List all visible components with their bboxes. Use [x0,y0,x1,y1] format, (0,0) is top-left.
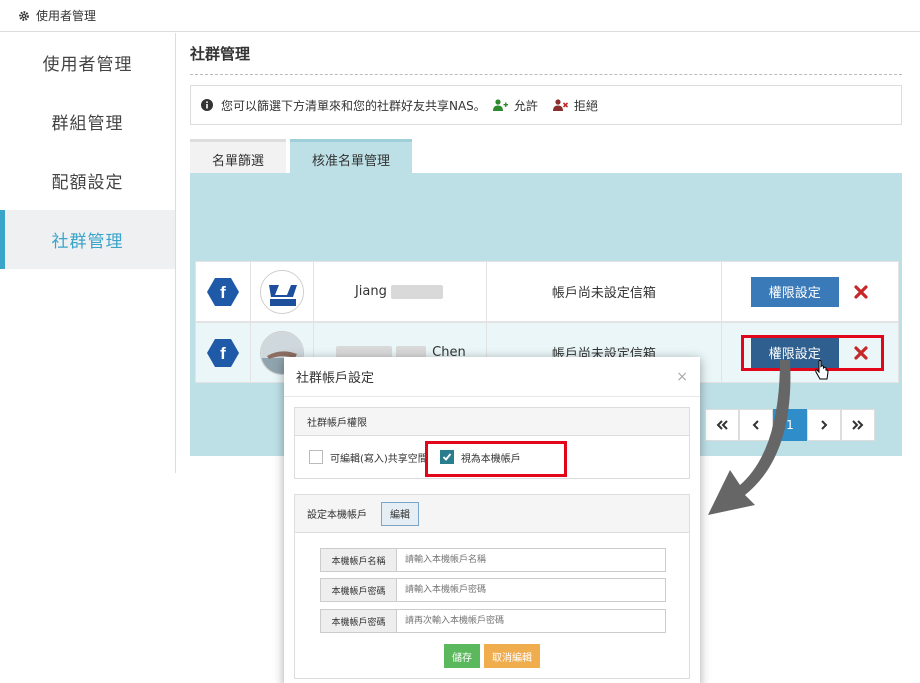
user-email: 帳戶尚未設定信箱 [487,262,722,321]
edit-share-checkbox[interactable] [309,450,323,464]
local-account-header: 設定本機帳戶 [307,510,367,521]
local-account-box: 設定本機帳戶 編輯 本機帳戶名稱 本機帳戶密碼 本機帳戶密碼 儲存 取消編輯 [294,494,690,679]
social-account-dialog: 社群帳戶設定 × 社群帳戶權限 可編輯(寫入)共享空間 視為本機帳戶 設定本機帳… [284,357,700,683]
remove-icon[interactable] [853,284,869,300]
dialog-header: 社群帳戶設定 × [284,357,700,397]
user-x-icon [552,99,568,111]
edit-share-option[interactable]: 可編輯(寫入)共享空間 [309,450,428,465]
info-icon [201,99,213,111]
user-plus-icon [492,99,508,111]
redacted-name [390,284,443,299]
field-label: 本機帳戶密碼 [320,578,397,602]
cancel-edit-button[interactable]: 取消編輯 [484,644,540,668]
page-title: 社群管理 [190,33,902,75]
info-bar: 您可以篩選下方清單來和您的社群好友共享NAS。 允許 拒絕 [190,85,902,125]
curved-arrow-icon [708,360,791,515]
tab-approved-list[interactable]: 核准名單管理 [290,139,413,177]
account-password-input[interactable] [397,578,666,602]
account-password-confirm-field: 本機帳戶密碼 [320,609,666,633]
edit-button[interactable]: 編輯 [381,501,419,526]
allow-label: 允許 [513,98,538,113]
close-icon[interactable]: × [676,369,688,385]
dialog-title: 社群帳戶設定 [296,371,375,386]
edit-share-label: 可編輯(寫入)共享空間 [330,453,428,465]
account-password-field: 本機帳戶密碼 [320,578,666,602]
user-name: Jiang [354,284,387,299]
sidebar-item-quota[interactable]: 配額設定 [0,151,175,210]
sidebar-item-social[interactable]: 社群管理 [0,210,175,269]
table-row: f Jiang 帳戶尚未設定信箱 權限設定 [195,261,899,322]
avatar [259,269,304,314]
facebook-icon: f [196,323,251,382]
account-password-confirm-input[interactable] [397,609,666,633]
info-text: 您可以篩選下方清單來和您的社群好友共享NAS。 [221,98,486,113]
gear-icon [19,10,29,21]
tab-filter[interactable]: 名單篩選 [190,139,287,177]
pointer-cursor-icon [815,360,829,380]
tab-bar: 名單篩選 核准名單管理 [190,139,902,177]
svg-text:f: f [220,344,226,363]
save-button[interactable]: 儲存 [444,644,480,668]
account-name-field: 本機帳戶名稱 [320,548,666,572]
last-page-icon[interactable] [841,409,875,441]
sidebar: 使用者管理 群組管理 配額設定 社群管理 [0,33,176,473]
permission-settings-button[interactable]: 權限設定 [750,276,839,307]
sidebar-item-groups[interactable]: 群組管理 [0,92,175,151]
next-page-icon[interactable] [807,409,841,441]
field-label: 本機帳戶密碼 [320,609,397,633]
topbar: 使用者管理 [0,0,920,32]
sidebar-item-users[interactable]: 使用者管理 [0,33,175,92]
highlight-box [425,441,567,477]
main-content: 社群管理 您可以篩選下方清單來和您的社群好友共享NAS。 允許 拒絕 名單篩選 … [190,33,902,456]
account-name-input[interactable] [397,548,666,572]
svg-text:f: f [220,283,226,302]
facebook-icon: f [196,262,251,321]
topbar-title: 使用者管理 [36,9,97,23]
deny-label: 拒絕 [573,98,598,113]
field-label: 本機帳戶名稱 [320,548,397,572]
permission-header: 社群帳戶權限 [295,408,689,436]
